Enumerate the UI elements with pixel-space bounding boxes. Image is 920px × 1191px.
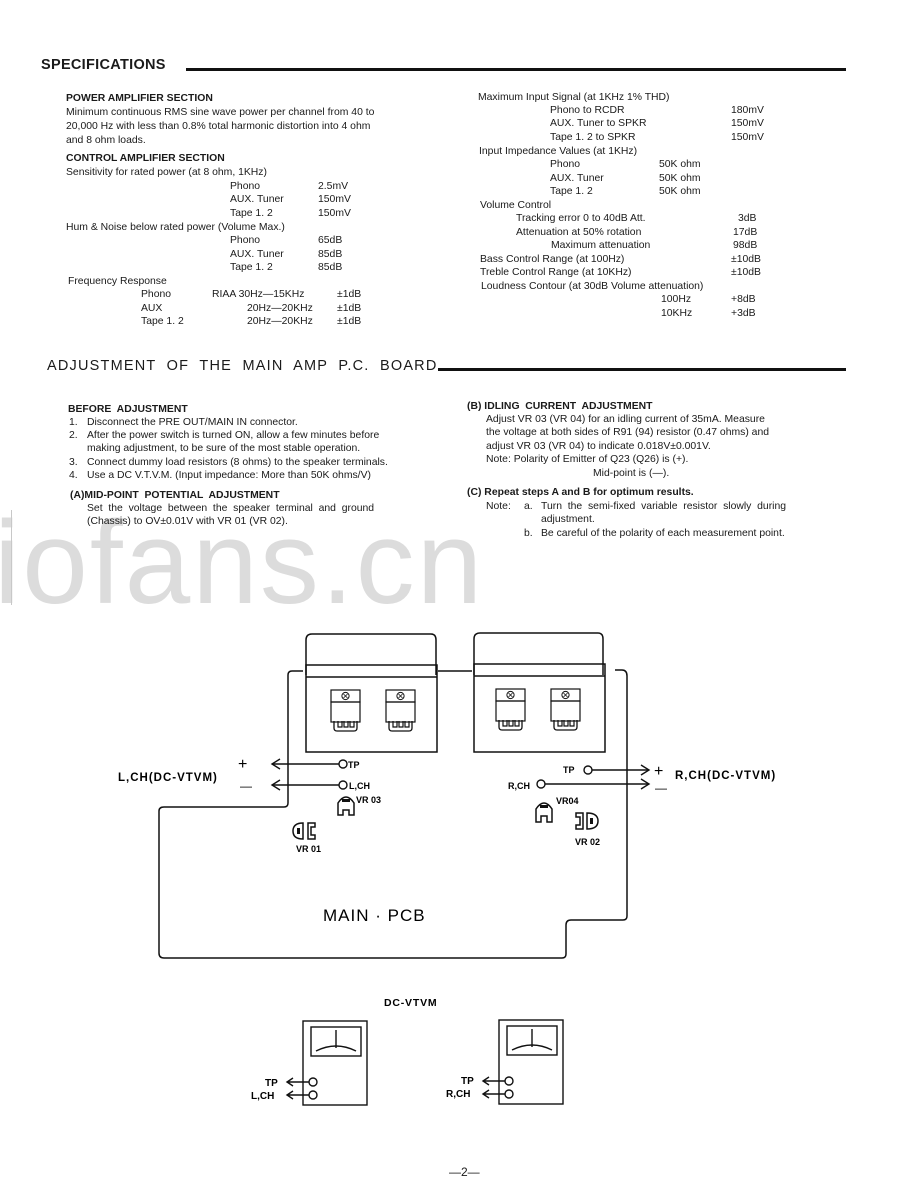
lch-label: L,CH bbox=[349, 781, 370, 791]
power-transistor bbox=[550, 688, 581, 731]
vr02-trimmer-icon bbox=[575, 812, 599, 830]
left-channel-probes bbox=[270, 758, 348, 791]
meter-tp-label: TP bbox=[461, 1076, 474, 1087]
vr01-trimmer-icon bbox=[292, 822, 316, 840]
vtvm-meter-right bbox=[498, 1019, 564, 1105]
vr01-label: VR 01 bbox=[296, 844, 321, 854]
left-meter-label: L,CH(DC-VTVM) bbox=[118, 772, 218, 784]
board-label: MAIN · PCB bbox=[323, 906, 426, 925]
vtvm-title: DC-VTVM bbox=[384, 997, 437, 1009]
vr04-label: VR04 bbox=[556, 796, 579, 806]
power-transistor bbox=[385, 689, 416, 732]
plus-sign: + bbox=[654, 763, 663, 780]
meter-rch-label: R,CH bbox=[446, 1089, 470, 1100]
meter-tp-label: TP bbox=[265, 1078, 278, 1089]
tp-label: TP bbox=[348, 760, 360, 770]
rch-label: R,CH bbox=[508, 781, 530, 791]
tp-label: TP bbox=[563, 765, 575, 775]
vr02-label: VR 02 bbox=[575, 837, 600, 847]
right-channel-probes bbox=[536, 764, 651, 790]
vr03-trimmer-icon bbox=[337, 796, 355, 816]
minus-sign: — bbox=[655, 781, 667, 795]
power-transistor bbox=[330, 689, 361, 732]
vr03-label: VR 03 bbox=[356, 795, 381, 805]
power-transistor bbox=[495, 688, 526, 731]
minus-sign: — bbox=[240, 779, 252, 793]
vtvm-right-leads bbox=[481, 1076, 505, 1099]
right-meter-label: R,CH(DC-VTVM) bbox=[675, 770, 776, 782]
vr04-trimmer-icon bbox=[535, 802, 553, 823]
page-number: —2— bbox=[449, 1165, 480, 1179]
plus-sign: + bbox=[238, 756, 247, 773]
heatsink-right bbox=[473, 632, 606, 753]
heatsink-left bbox=[305, 633, 438, 753]
vtvm-meter-left bbox=[302, 1020, 368, 1106]
meter-lch-label: L,CH bbox=[251, 1091, 274, 1102]
vtvm-left-leads bbox=[285, 1077, 309, 1100]
main-pcb-diagram: TP L,CH L,CH(DC-VTVM) + — VR 03 VR 01 TP… bbox=[118, 632, 776, 1106]
